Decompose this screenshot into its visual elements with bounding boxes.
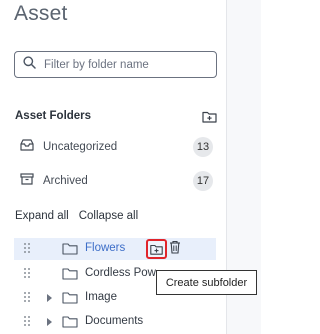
create-subfolder-tooltip: Create subfolder xyxy=(156,270,257,295)
tree-item-flowers[interactable]: Flowers xyxy=(14,238,216,260)
drag-handle-icon[interactable] xyxy=(24,268,30,279)
expand-caret-icon[interactable] xyxy=(47,294,52,302)
system-folder-archived[interactable]: Archived 17 xyxy=(20,171,213,191)
inbox-icon xyxy=(20,138,34,156)
drag-handle-icon[interactable] xyxy=(24,292,30,303)
count-badge: 17 xyxy=(193,171,213,191)
create-subfolder-button[interactable] xyxy=(146,239,167,259)
folder-icon xyxy=(62,267,78,285)
tree-item-label: Image xyxy=(85,291,117,303)
system-folder-uncategorized[interactable]: Uncategorized 13 xyxy=(20,137,213,157)
page-title: Asset xyxy=(14,2,68,25)
drag-handle-icon[interactable] xyxy=(24,316,30,327)
archive-icon xyxy=(20,172,34,190)
system-folder-label: Uncategorized xyxy=(43,141,118,153)
delete-folder-button[interactable] xyxy=(168,240,182,259)
count-badge: 13 xyxy=(193,137,213,157)
folder-icon xyxy=(62,315,78,333)
folder-icon xyxy=(62,242,78,260)
drag-handle-icon[interactable] xyxy=(24,243,30,254)
tree-item-label: Documents xyxy=(85,315,144,327)
folder-search-box[interactable] xyxy=(14,51,217,78)
system-folder-label: Archived xyxy=(43,175,88,187)
section-title: Asset Folders xyxy=(15,110,92,122)
collapse-all-link[interactable]: Collapse all xyxy=(79,210,138,222)
tree-item-label: Flowers xyxy=(85,242,126,254)
tree-item-documents[interactable]: Documents xyxy=(14,311,216,333)
folder-icon xyxy=(62,291,78,309)
search-icon xyxy=(23,55,36,74)
new-folder-icon[interactable] xyxy=(201,108,217,124)
expand-all-link[interactable]: Expand all xyxy=(15,210,69,222)
search-input[interactable] xyxy=(44,58,204,71)
tree-actions: Expand all Collapse all xyxy=(15,210,138,222)
tree-item-label: Cordless Pow xyxy=(85,267,156,279)
expand-caret-icon[interactable] xyxy=(47,318,52,326)
trash-icon xyxy=(169,240,181,259)
